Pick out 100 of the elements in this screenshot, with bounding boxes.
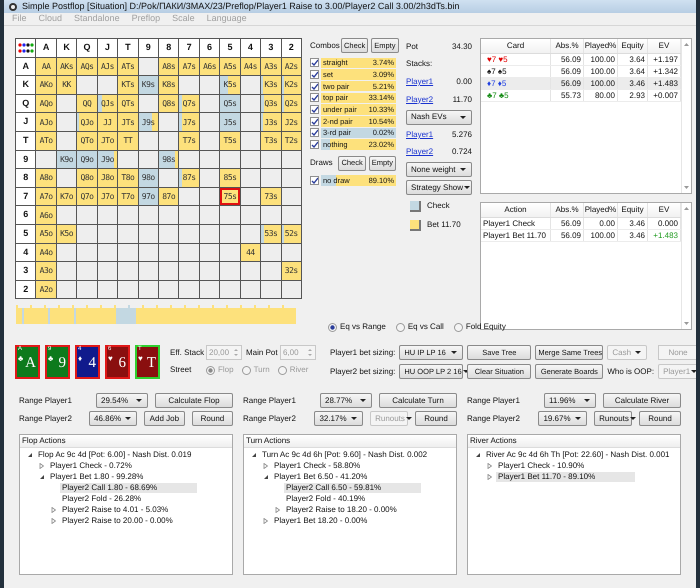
hand-cell[interactable]: JTs xyxy=(118,113,138,131)
hand-cell[interactable]: T7s xyxy=(179,132,199,150)
column-header[interactable]: Abs.% xyxy=(551,39,584,53)
hand-cell[interactable]: QTs xyxy=(118,94,138,112)
checkbox[interactable] xyxy=(310,70,319,80)
checkbox[interactable] xyxy=(310,93,319,102)
hand-cell[interactable]: 98o xyxy=(138,169,158,187)
hand-label[interactable]: Q5s xyxy=(224,99,236,108)
hand-cell[interactable]: AQo xyxy=(36,94,56,112)
tree-item[interactable]: Player1 Check - 10.90% xyxy=(496,460,586,470)
hand-label[interactable]: 98s xyxy=(162,154,176,164)
tree-item[interactable]: Player1 Bet 1.80 - 99.28% xyxy=(48,472,146,482)
hand-label[interactable]: K9o xyxy=(60,154,74,164)
hand-cell[interactable]: QQ xyxy=(77,94,97,112)
column-header[interactable]: EV xyxy=(648,203,681,217)
button[interactable]: Add Job xyxy=(144,411,185,426)
hand-cell[interactable]: A4o xyxy=(36,244,56,262)
hand-cell[interactable]: 73s xyxy=(261,188,281,206)
checkbox[interactable] xyxy=(310,116,319,126)
checkbox[interactable] xyxy=(310,176,319,185)
hand-cell[interactable]: 87o xyxy=(159,188,178,206)
player-link[interactable]: Player1 xyxy=(406,76,434,88)
hand-cell[interactable]: Q8s xyxy=(159,94,178,112)
hand-cell[interactable]: K5o xyxy=(56,224,76,243)
tree-item[interactable]: Player1 Bet 18.20 - 0.00% xyxy=(272,516,370,526)
hand-cell[interactable]: A2s xyxy=(282,58,301,76)
range-select[interactable]: 11.96% xyxy=(544,393,596,408)
hand-cell[interactable]: K5s xyxy=(220,76,240,94)
hand-cell[interactable]: KK xyxy=(56,76,76,94)
tree-item[interactable]: Player2 Fold - 40.19% xyxy=(284,494,368,504)
button[interactable]: Calculate Flop xyxy=(155,393,233,408)
radio-label[interactable]: Fold Equity xyxy=(466,321,506,333)
radio-label[interactable]: Eq vs Range xyxy=(340,321,386,333)
button[interactable]: Round xyxy=(192,411,233,426)
hand-cell[interactable]: AJs xyxy=(98,58,118,76)
hand-cell[interactable]: A2o xyxy=(36,280,56,298)
hand-cell[interactable]: J3s xyxy=(261,113,281,131)
tree-item[interactable]: Player1 Bet 11.70 - 89.10% xyxy=(496,472,636,482)
hand-cell[interactable]: A7o xyxy=(36,188,56,206)
column-header[interactable]: Card xyxy=(481,39,551,53)
checkbox[interactable] xyxy=(310,82,319,91)
tree-item[interactable]: Player2 Call 1.80 - 68.69% xyxy=(60,482,198,492)
tree-item[interactable]: Turn Ac 9c 4d 6h [Pot: 9.60] - Nash Dist. 0.002 xyxy=(260,450,430,460)
hand-cell[interactable]: K8s xyxy=(159,76,178,94)
column-header[interactable]: Abs.% xyxy=(551,203,584,217)
button[interactable]: Round xyxy=(415,411,457,426)
tree-item[interactable]: Player1 Bet 6.50 - 41.20% xyxy=(272,472,370,482)
hand-cell[interactable]: JJ xyxy=(98,113,118,131)
hand-cell[interactable]: Q8o xyxy=(77,169,97,187)
hand-label[interactable]: J9o xyxy=(100,154,114,164)
column-header[interactable]: Played% xyxy=(584,203,618,217)
hand-cell[interactable]: AJo xyxy=(36,113,56,131)
hand-label[interactable]: K5s xyxy=(224,80,236,90)
hand-cell[interactable]: 44 xyxy=(240,244,260,262)
range-select[interactable]: 32.17% xyxy=(314,411,364,426)
hand-cell[interactable]: QJs xyxy=(98,94,118,112)
hand-cell[interactable]: ATo xyxy=(36,132,56,150)
hand-cell[interactable]: T8o xyxy=(118,169,138,187)
tree-item[interactable]: Flop Ac 9c 4d [Pot: 6.00] - Nash Dist. 0.019 xyxy=(36,450,194,460)
hand-cell[interactable]: K9s xyxy=(138,76,158,94)
hand-cell[interactable]: K9o xyxy=(56,150,76,168)
hand-cell[interactable]: A3s xyxy=(261,58,281,76)
hand-cell[interactable]: 85s xyxy=(220,169,240,187)
player-link[interactable]: Player2 xyxy=(406,94,434,106)
table-row[interactable]: ♦7 ♦5 56.09 100.00 3.46 +1.483 xyxy=(481,78,681,90)
hand-cell[interactable]: AKo xyxy=(36,76,56,94)
column-header[interactable]: Played% xyxy=(584,39,618,53)
hand-label[interactable]: Q9o xyxy=(80,154,94,164)
column-header[interactable]: Action xyxy=(481,203,551,217)
hand-cell[interactable]: T2s xyxy=(282,132,301,150)
hand-cell[interactable]: A8o xyxy=(36,169,56,187)
hand-cell[interactable]: A7s xyxy=(179,58,199,76)
range-select[interactable]: 28.77% xyxy=(320,393,372,408)
button[interactable]: Calculate Turn xyxy=(379,393,457,408)
radio-icon[interactable] xyxy=(396,322,405,332)
hand-cell[interactable]: AKs xyxy=(56,58,76,76)
tree-item[interactable]: Player2 Fold - 26.28% xyxy=(60,494,144,504)
hand-cell[interactable]: A6o xyxy=(36,206,56,224)
table-row[interactable]: ♣7 ♣5 55.73 80.00 2.93 +0.007 xyxy=(481,90,681,102)
range-select[interactable]: 46.86% xyxy=(89,411,137,426)
hand-cell[interactable]: AQs xyxy=(77,58,97,76)
hand-cell[interactable]: J9o xyxy=(98,150,118,168)
column-header[interactable]: Equity xyxy=(618,203,648,217)
button[interactable]: Calculate River xyxy=(603,393,681,408)
hand-cell[interactable]: A6s xyxy=(200,58,220,76)
hand-cell[interactable]: ATs xyxy=(118,58,138,76)
checkbox[interactable] xyxy=(310,128,319,138)
hand-cell[interactable]: 52s xyxy=(282,224,301,243)
hand-label[interactable]: K9s xyxy=(142,80,155,90)
tree-item[interactable]: Player2 Raise to 18.20 - 0.00% xyxy=(284,504,399,514)
hand-cell[interactable]: Q3s xyxy=(261,94,281,112)
hand-cell[interactable]: J5s xyxy=(220,113,240,131)
hand-cell[interactable]: Q9o xyxy=(77,150,97,168)
hand-cell[interactable]: TT xyxy=(118,132,138,150)
hand-label[interactable]: J5s xyxy=(224,118,236,127)
radio-label[interactable]: Eq vs Call xyxy=(408,321,444,333)
player-link[interactable]: Player1 xyxy=(406,128,434,141)
checkbox[interactable] xyxy=(310,105,319,114)
tree-item[interactable]: Player2 Raise to 4.01 - 5.03% xyxy=(60,504,170,514)
range-select[interactable]: 29.54% xyxy=(96,393,148,408)
